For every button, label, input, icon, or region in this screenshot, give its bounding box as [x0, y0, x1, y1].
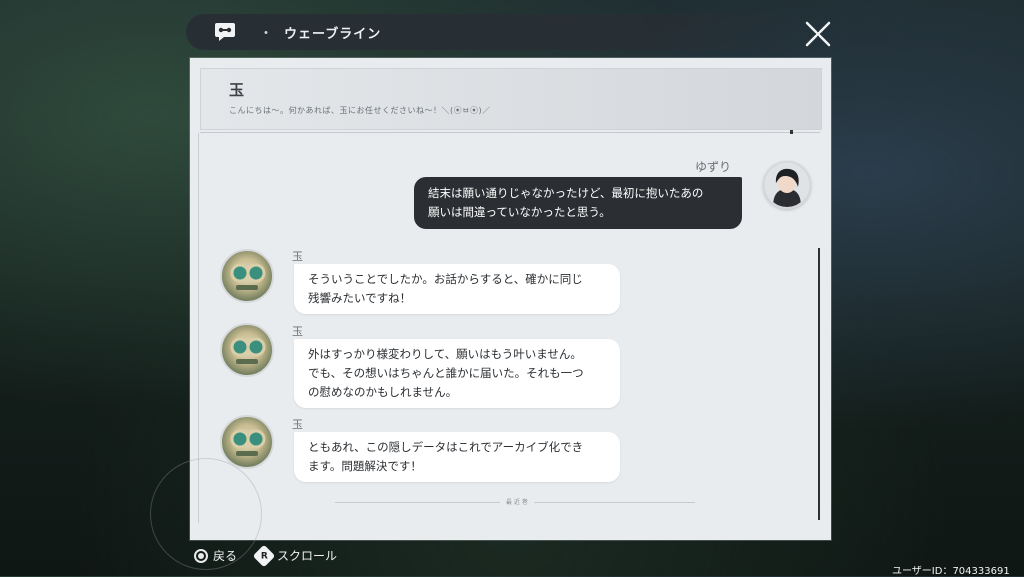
r-button-icon: R: [252, 544, 276, 567]
avatar-self: [763, 161, 811, 209]
contact-name: 玉: [229, 81, 245, 99]
back-label: 戻る: [213, 549, 238, 563]
message-line: 願いは間違っていなかったと思う。: [428, 205, 611, 219]
message-line: 残響みたいですね！: [308, 291, 412, 305]
contact-status: こんにちは〜。何かあれば、玉にお任せくださいね〜！＼(⦿ㅂ⦿)／: [229, 106, 491, 115]
message-sender-bot: 玉: [292, 250, 303, 263]
chat-bubble-icon: [215, 23, 235, 41]
avatar-self-portrait-icon: [765, 163, 809, 207]
title-separator: ・: [259, 26, 273, 42]
message-bubble-bot: 外はすっかり様変わりして、願いはもう叶いません。 でも、その想いはちゃんと誰かに…: [294, 339, 620, 408]
chat-header: 玉 こんにちは〜。何かあれば、玉にお任せくださいね〜！＼(⦿ㅂ⦿)／: [200, 68, 822, 130]
close-x-icon[interactable]: [804, 20, 832, 48]
scroll-label: スクロール: [277, 549, 338, 563]
title-bar: ・ ウェーブライン: [186, 14, 826, 50]
message-bubble-self: 結末は願い通りじゃなかったけど、最初に抱いたあの 願いは間違っていなかったと思う…: [414, 177, 742, 229]
circle-button-icon: [194, 548, 208, 563]
header-divider: [200, 132, 820, 133]
message-line: ともあれ、この隠しデータはこれでアーカイブ化でき: [308, 440, 584, 454]
avatar-bot: [220, 249, 274, 303]
user-id: ユーザーID：704333691: [892, 566, 1010, 577]
chat-panel: 玉 こんにちは〜。何かあれば、玉にお任せくださいね〜！＼(⦿ㅂ⦿)／ ゆずり 結…: [150, 58, 831, 570]
message-line: ます。問題解決です！: [308, 459, 422, 473]
message-sender-self: ゆずり: [695, 160, 732, 174]
robot-avatar-icon: [230, 263, 266, 290]
robot-avatar-icon: [230, 337, 266, 364]
message-line: 外はすっかり様変わりして、願いはもう叶いません。: [308, 347, 582, 361]
message-line: そういうことでしたか。お話からすると、確かに同じ: [308, 272, 583, 286]
avatar-bot: [220, 323, 274, 377]
robot-avatar-icon: [230, 429, 266, 456]
message-bubble-bot: ともあれ、この隠しデータはこれでアーカイブ化でき ます。問題解決です！: [294, 432, 620, 482]
divider-tick: [790, 130, 793, 134]
message-bubble-bot: そういうことでしたか。お話からすると、確かに同じ 残響みたいですね！: [294, 264, 620, 314]
message-line: 結末は願い通りじゃなかったけど、最初に抱いたあの: [428, 186, 704, 200]
message-sender-bot: 玉: [292, 418, 303, 431]
scrollbar[interactable]: [818, 248, 820, 520]
message-line: の慰めなのかもしれません。: [308, 385, 458, 399]
message-line: でも、その想いはちゃんと誰かに届いた。それも一つ: [308, 366, 584, 380]
message-sender-bot: 玉: [292, 325, 303, 338]
avatar-bot: [220, 415, 274, 469]
scroll-button[interactable]: R スクロール: [252, 544, 338, 567]
app-title: ウェーブライン: [284, 27, 382, 42]
back-button[interactable]: 戻る: [194, 547, 237, 564]
end-marker: 最 近 巻: [500, 497, 534, 506]
